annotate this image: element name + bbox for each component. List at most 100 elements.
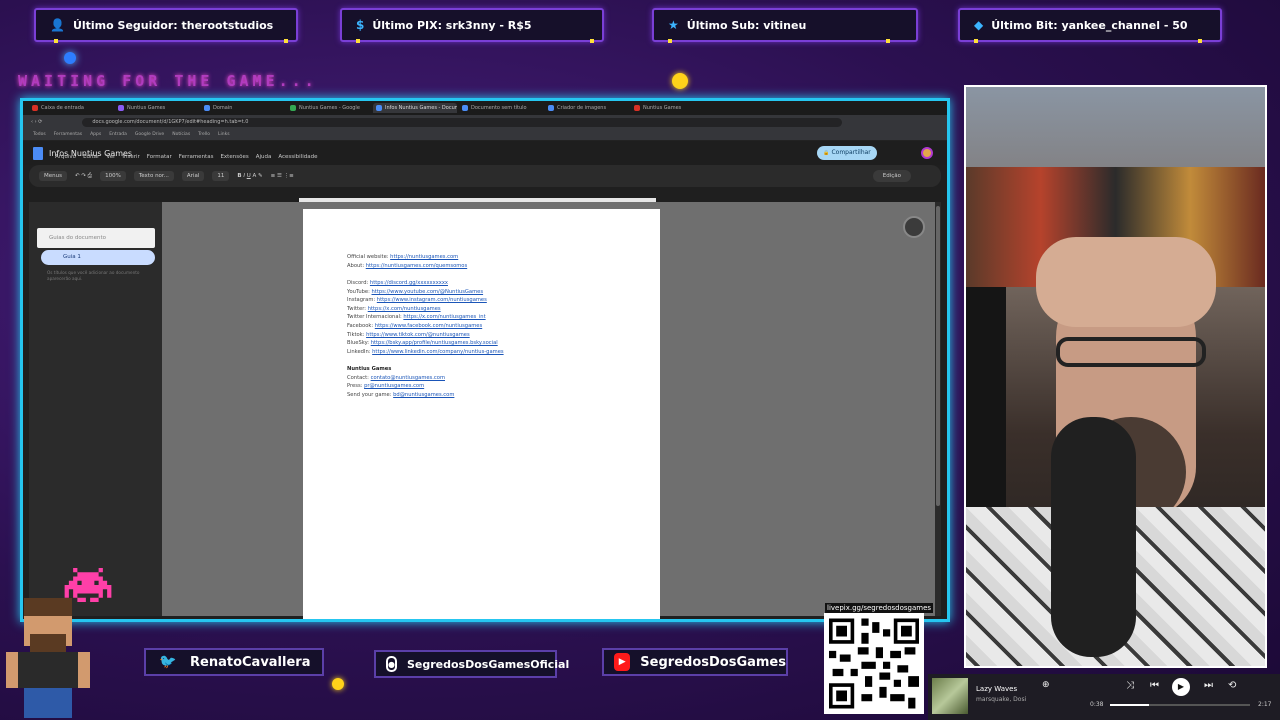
repeat-icon[interactable]: ⟲ bbox=[1228, 680, 1236, 691]
doc-line: Official website: https://nuntiusgames.c… bbox=[347, 254, 459, 260]
dark-mode-toggle[interactable] bbox=[903, 216, 925, 238]
doc-link[interactable]: pr@nuntiusgames.com bbox=[364, 383, 424, 389]
outline-note: Os títulos que você adicionar ao documen… bbox=[47, 270, 140, 281]
docs-header: Infos Nuntius Games Arquivo Editar Ver I… bbox=[23, 141, 947, 165]
menu-item[interactable]: Ver bbox=[106, 154, 115, 160]
edit-mode-button[interactable]: Edição bbox=[872, 170, 911, 182]
browser-tab[interactable]: Domain bbox=[201, 103, 285, 113]
bookmark[interactable]: Notícias bbox=[172, 132, 190, 137]
doc-link[interactable]: https://x.com/nuntiusgames bbox=[368, 306, 441, 312]
scrollbar[interactable] bbox=[935, 202, 941, 616]
bookmark[interactable]: Google Drive bbox=[135, 132, 164, 137]
pacman-icon bbox=[332, 678, 344, 690]
microphone-icon bbox=[1051, 417, 1136, 657]
doc-link[interactable]: bd@nuntiusgames.com bbox=[393, 392, 454, 398]
back-icon[interactable]: ‹ › ⟳ bbox=[31, 119, 42, 125]
qr-code[interactable] bbox=[824, 613, 924, 714]
bookmark[interactable]: Apps bbox=[90, 132, 101, 137]
doc-link[interactable]: https://discord.gg/xxxxxxxxxx bbox=[370, 280, 448, 286]
doc-link[interactable]: https://www.tiktok.com/@nuntiusgames bbox=[366, 332, 470, 338]
font-size-input[interactable]: 11 bbox=[212, 171, 230, 181]
youtube-icon: ▶ bbox=[614, 653, 631, 671]
doc-line: About: https://nuntiusgames.com/quemsomo… bbox=[347, 263, 468, 269]
pacman-icon bbox=[672, 73, 688, 89]
doc-link[interactable]: https://bsky.app/profile/nuntiusgames.bs… bbox=[371, 340, 498, 346]
search-menus-input[interactable]: Menus bbox=[39, 171, 67, 181]
user-icon: 👤 bbox=[50, 18, 65, 32]
doc-link[interactable]: https://www.instagram.com/nuntiusgames bbox=[377, 297, 487, 303]
social-twitter[interactable]: 🐦 RenatoCavallera bbox=[144, 648, 324, 676]
browser-tab[interactable]: Nuntius Games - Google bbox=[287, 103, 371, 113]
avatar[interactable] bbox=[921, 147, 933, 159]
menu-item[interactable]: Arquivo bbox=[55, 154, 76, 160]
album-art bbox=[932, 678, 968, 714]
bookmark[interactable]: Trello bbox=[198, 132, 210, 137]
menu-item[interactable]: Acessibilidade bbox=[278, 154, 317, 160]
waiting-banner: WAITING FOR THE GAME... bbox=[18, 72, 318, 90]
undo-icon[interactable]: ↶ ↷ ⎙ bbox=[75, 173, 92, 180]
doc-line: Twitter Internacional: https://x.com/nun… bbox=[347, 314, 486, 320]
doc-link[interactable]: https://nuntiusgames.com/quemsomos bbox=[366, 263, 467, 269]
zoom-select[interactable]: 100% bbox=[100, 171, 126, 181]
menu-item[interactable]: Ferramentas bbox=[179, 154, 214, 160]
doc-link[interactable]: https://www.youtube.com/@NuntiusGames bbox=[372, 289, 484, 295]
webcam-feed bbox=[964, 85, 1267, 668]
doc-link[interactable]: https://nuntiusgames.com bbox=[390, 254, 458, 260]
menu-item[interactable]: Formatar bbox=[147, 154, 172, 160]
doc-line: Press: pr@nuntiusgames.com bbox=[347, 383, 425, 389]
browser-tab[interactable]: Documento sem título bbox=[459, 103, 543, 113]
doc-link[interactable]: https://www.linkedin.com/company/nuntius… bbox=[372, 349, 503, 355]
browser-tab[interactable]: Caixa de entrada bbox=[29, 103, 113, 113]
alert-last-bit: ◆ Último Bit: yankee_channel - 50 bbox=[958, 8, 1222, 43]
doc-line: Contact: contato@nuntiusgames.com bbox=[347, 375, 445, 381]
bookmark[interactable]: Entrada bbox=[109, 132, 127, 137]
outline-panel: Guias do documento Guia 1 Os títulos que… bbox=[29, 202, 162, 616]
doc-link[interactable]: contato@nuntiusgames.com bbox=[371, 375, 445, 381]
menu-item[interactable]: Inserir bbox=[122, 154, 139, 160]
twitter-icon: 🐦 bbox=[159, 654, 177, 670]
align-icon[interactable]: ≡ ☰ ⋮≡ bbox=[271, 173, 294, 179]
progress-bar[interactable] bbox=[1110, 704, 1250, 706]
browser-tab[interactable]: Nuntius Games bbox=[115, 103, 199, 113]
bookmark[interactable]: Ferramentas bbox=[54, 132, 82, 137]
doc-link[interactable]: https://x.com/nuntiusgames_int bbox=[403, 314, 485, 320]
browser-tab[interactable]: Nuntius Games bbox=[631, 103, 715, 113]
add-icon[interactable]: ⊕ bbox=[1042, 680, 1050, 690]
font-select[interactable]: Arial bbox=[181, 171, 205, 181]
docs-toolbar: Menus ↶ ↷ ⎙ 100% Texto nor... Arial 11 B… bbox=[29, 165, 941, 187]
shuffle-icon[interactable]: ⤨ bbox=[1126, 680, 1134, 691]
docs-logo-icon bbox=[33, 146, 43, 160]
doc-line: Discord: https://discord.gg/xxxxxxxxxx bbox=[347, 280, 448, 286]
bookmark[interactable]: Todos bbox=[33, 132, 46, 137]
doc-tab-guia1[interactable]: Guia 1 bbox=[41, 250, 155, 265]
doc-page[interactable]: Official website: https://nuntiusgames.c… bbox=[303, 209, 660, 619]
social-youtube[interactable]: ▶ SegredosDosGames bbox=[602, 648, 788, 676]
share-button[interactable]: Compartilhar bbox=[817, 146, 877, 160]
bold-icon[interactable]: B I U A ✎ bbox=[237, 173, 262, 179]
previous-icon[interactable]: ⏮ bbox=[1150, 680, 1159, 691]
doc-line: LinkedIn: https://www.linkedin.com/compa… bbox=[347, 349, 504, 355]
bookmarks-bar: Todos Ferramentas Apps Entrada Google Dr… bbox=[23, 129, 947, 141]
bookmark[interactable]: Links bbox=[218, 132, 230, 137]
menu-item[interactable]: Extensões bbox=[220, 154, 248, 160]
doc-line: Facebook: https://www.facebook.com/nunti… bbox=[347, 323, 483, 329]
social-instagram[interactable]: ● SegredosDosGamesOficial bbox=[374, 650, 569, 678]
diamond-icon: ◆ bbox=[974, 18, 984, 32]
menu-item[interactable]: Ajuda bbox=[256, 154, 272, 160]
url-input[interactable]: docs.google.com/document/d/1GKP7/edit#he… bbox=[82, 117, 843, 127]
doc-link[interactable]: https://www.facebook.com/nuntiusgames bbox=[375, 323, 482, 329]
doc-line: Send your game: bd@nuntiusgames.com bbox=[347, 392, 455, 398]
style-select[interactable]: Texto nor... bbox=[133, 171, 174, 181]
dollar-icon: $ bbox=[356, 18, 365, 32]
music-player: Lazy Waves marsquake, Dosi ⊕ ⤨ ⏮ ▶ ⏭ ⟲ 0… bbox=[928, 674, 1280, 720]
next-icon[interactable]: ⏭ bbox=[1204, 680, 1213, 691]
browser-tab[interactable]: Criador de imagens bbox=[545, 103, 629, 113]
play-button[interactable]: ▶ bbox=[1172, 678, 1190, 696]
elapsed-time: 0:38 bbox=[1090, 701, 1104, 708]
social-handle: SegredosDosGamesOficial bbox=[406, 657, 570, 671]
social-handle: RenatoCavallera bbox=[190, 654, 311, 670]
alert-last-follower: 👤 Último Seguidor: therootstudios bbox=[34, 8, 298, 43]
browser-tab-active[interactable]: Infos Nuntius Games - Documentos bbox=[373, 103, 457, 113]
menu-item[interactable]: Editar bbox=[83, 154, 99, 160]
qr-caption: livepix.gg/segredosdosgames bbox=[825, 603, 934, 613]
